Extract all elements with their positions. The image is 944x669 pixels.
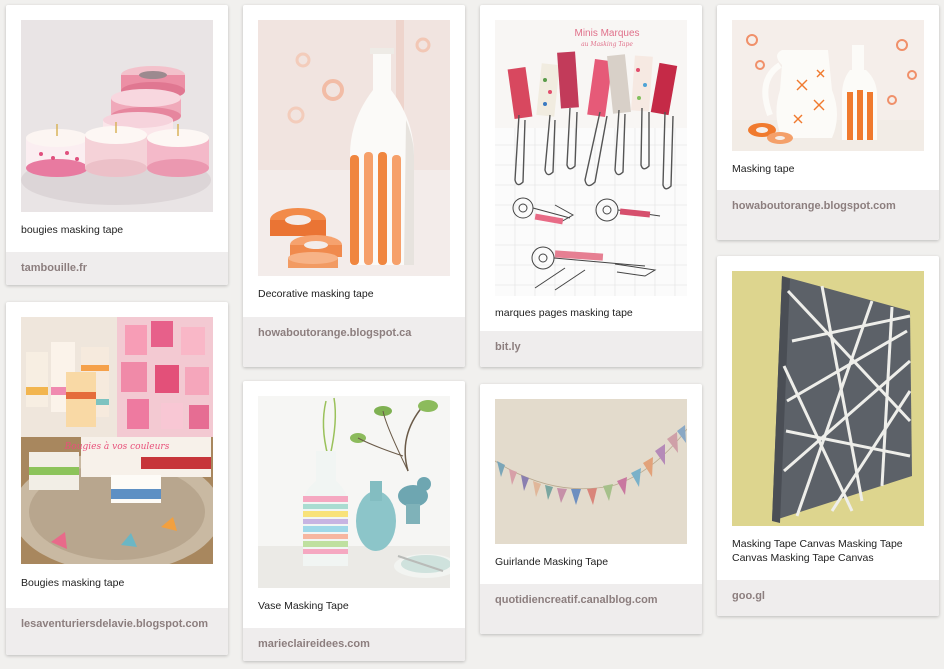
pin-source-link[interactable]: quotidiencreatif.canalblog.com	[480, 584, 702, 634]
pin-card[interactable]: Guirlande Masking Tape quotidiencreatif.…	[480, 384, 702, 634]
pin-card[interactable]: Masking tape howaboutorange.blogspot.com	[717, 5, 939, 240]
pin-description: Bougies masking tape	[21, 577, 125, 589]
pin-card[interactable]: Decorative masking tape howaboutorange.b…	[243, 5, 465, 367]
pin-source-link[interactable]: howaboutorange.blogspot.com	[717, 190, 939, 240]
pin-description: bougies masking tape	[21, 224, 124, 236]
pin-source-link[interactable]: marieclaireidees.com	[243, 628, 465, 661]
pin-image[interactable]	[495, 399, 687, 544]
pin-image[interactable]	[21, 20, 213, 212]
pin-description: Masking tape	[732, 163, 795, 175]
pin-image[interactable]	[258, 20, 450, 276]
pin-description: Masking Tape Canvas Masking Tape Canvas …	[732, 538, 903, 564]
bougies-vos-couleurs-photo: Bougies à vos couleurs	[21, 317, 213, 564]
pin-card[interactable]: Minis Marques au Masking Tape marques pa…	[480, 5, 702, 367]
striped-vases-photo	[258, 396, 450, 588]
overlay-caption: Bougies à vos couleurs	[64, 441, 170, 452]
pin-image[interactable]: Minis Marques au Masking Tape	[495, 20, 687, 296]
overlay-subtitle: au Masking Tape	[581, 41, 633, 48]
gray-canvas-tape-art-photo	[732, 271, 924, 526]
pin-description: marques pages masking tape	[495, 307, 633, 319]
pin-image[interactable]	[732, 20, 924, 151]
pin-card[interactable]: Bougies à vos couleurs Bougies masking t…	[6, 302, 228, 655]
pin-image[interactable]	[732, 271, 924, 526]
pin-card[interactable]: Masking Tape Canvas Masking Tape Canvas …	[717, 256, 939, 616]
pin-image[interactable]	[258, 396, 450, 588]
flag-garland-photo	[495, 399, 687, 544]
pin-description: Decorative masking tape	[258, 288, 374, 300]
pin-source-link[interactable]: tambouille.fr	[6, 252, 228, 285]
vases-orange-tape-photo	[732, 20, 924, 151]
white-bottle-orange-tape-photo	[258, 20, 450, 276]
pin-description: Vase Masking Tape	[258, 600, 349, 612]
paperclip-bookmarks-photo: Minis Marques au Masking Tape	[495, 20, 687, 296]
pin-image[interactable]: Bougies à vos couleurs	[21, 317, 213, 564]
pin-source-link[interactable]: bit.ly	[480, 331, 702, 367]
candles-masking-tape-photo	[21, 20, 213, 212]
pin-description: Guirlande Masking Tape	[495, 556, 609, 568]
pin-source-link[interactable]: lesaventuriersdelavie.blogspot.com	[6, 608, 228, 655]
overlay-title: Minis Marques	[574, 28, 639, 39]
pin-source-link[interactable]: goo.gl	[717, 580, 939, 616]
pin-card[interactable]: Vase Masking Tape marieclaireidees.com	[243, 381, 465, 661]
pin-card[interactable]: bougies masking tape tambouille.fr	[6, 5, 228, 285]
pin-source-link[interactable]: howaboutorange.blogspot.ca	[243, 317, 465, 367]
